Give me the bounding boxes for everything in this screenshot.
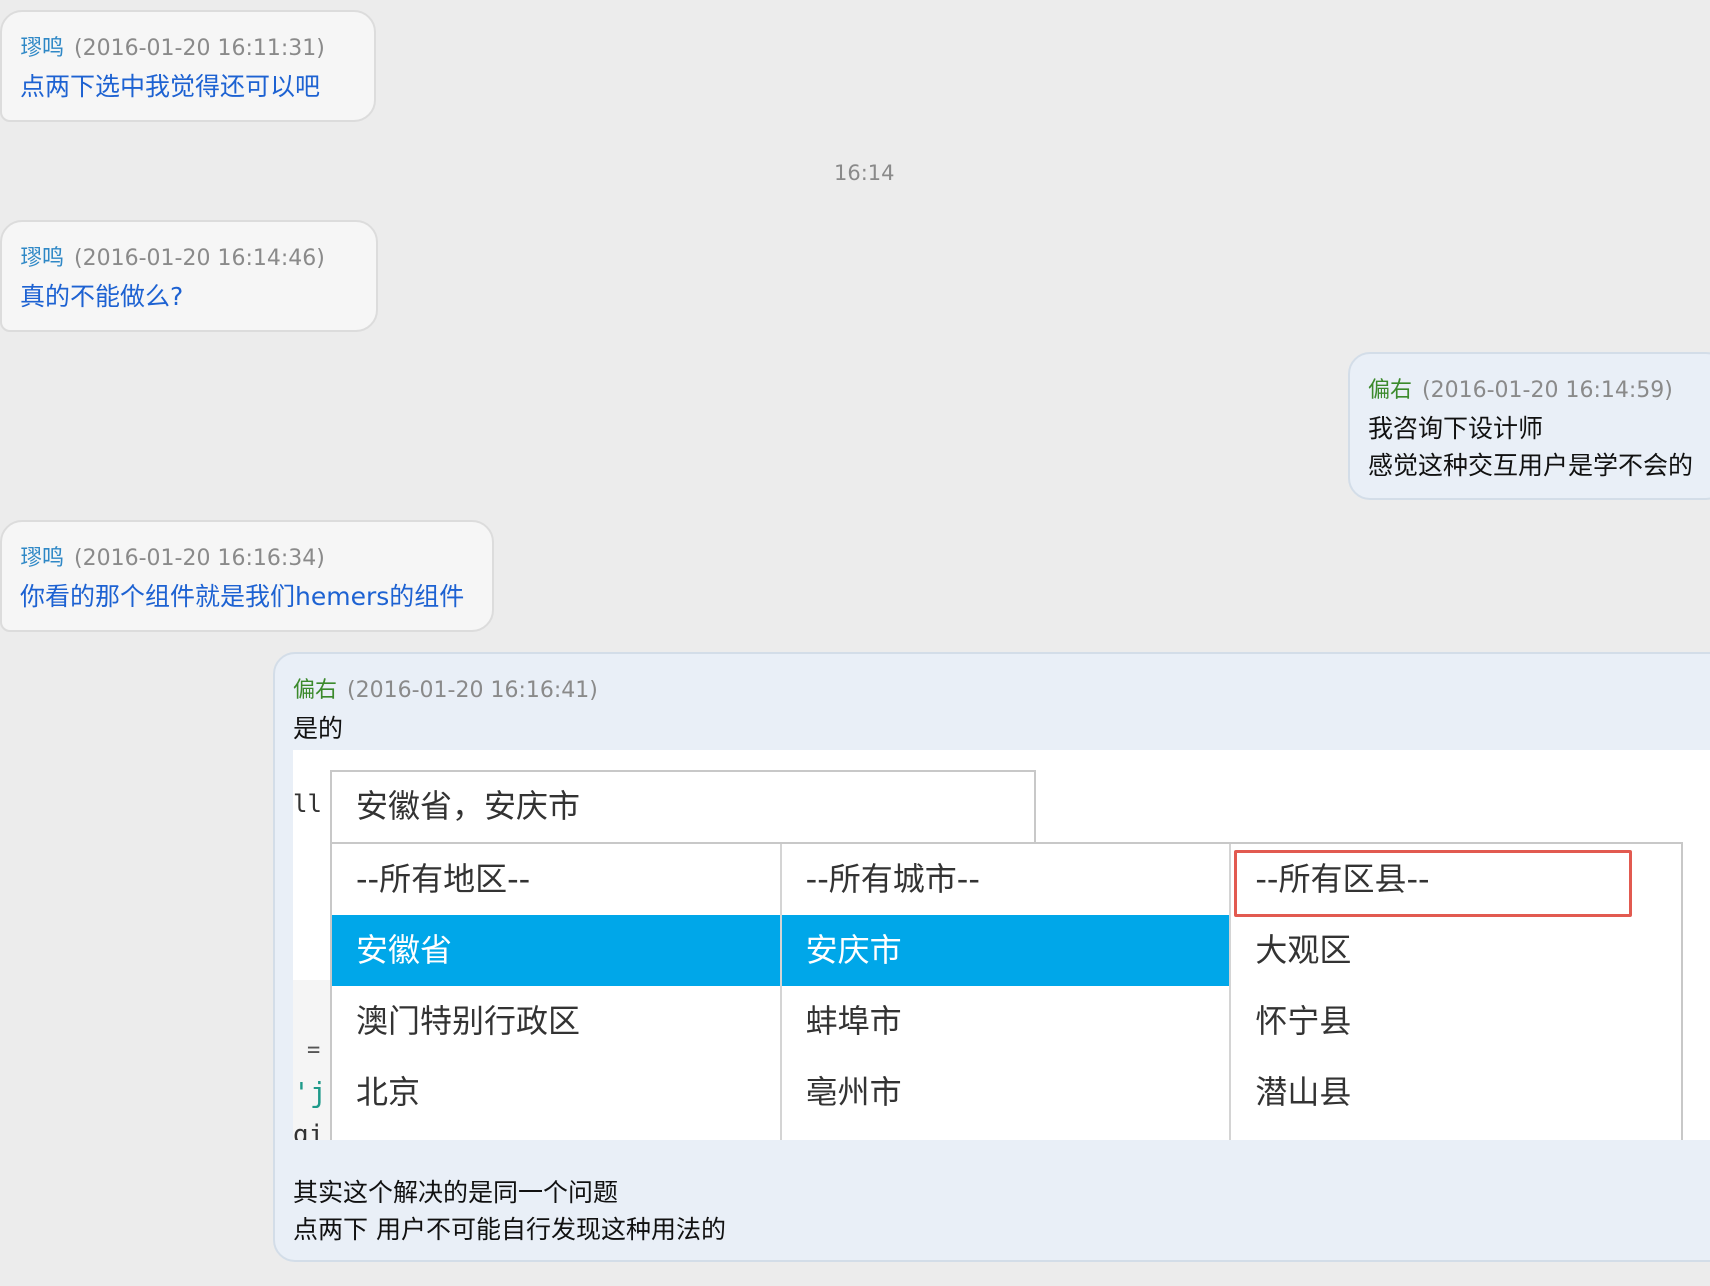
- message-header: 偏右 (2016-01-20 16:14:59): [1368, 372, 1673, 404]
- message-time: (2016-01-20 16:11:31): [74, 36, 325, 61]
- message-header: 璆鸣 (2016-01-20 16:16:34): [20, 540, 325, 572]
- message-time: (2016-01-20 16:16:34): [74, 546, 325, 571]
- district-option[interactable]: 潜山县: [1231, 1057, 1681, 1128]
- message-bubble: 璆鸣 (2016-01-20 16:14:46) 真的不能做么?: [0, 220, 378, 332]
- code-fragment: ll: [293, 790, 322, 818]
- message-text: 我咨询下设计师: [1368, 414, 1544, 443]
- message-header: 璆鸣 (2016-01-20 16:11:31): [20, 30, 325, 62]
- city-option-selected[interactable]: 安庆市: [781, 915, 1230, 986]
- sender-name[interactable]: 璆鸣: [20, 546, 64, 571]
- sender-name[interactable]: 偏右: [293, 678, 337, 703]
- city-option[interactable]: 亳州市: [782, 1057, 1230, 1128]
- city-column: --所有城市-- 安庆市 蚌埠市 亳州市: [781, 844, 1232, 1140]
- message-text: 感觉这种交互用户是学不会的: [1368, 451, 1694, 480]
- city-option[interactable]: --所有城市--: [782, 844, 1230, 915]
- code-fragment: gi: [293, 1120, 325, 1140]
- province-column: --所有地区-- 安徽省 澳门特别行政区 北京: [332, 844, 782, 1140]
- sender-name[interactable]: 璆鸣: [20, 36, 64, 61]
- code-fragment: 'j: [293, 1076, 327, 1109]
- message-text: 点两下 用户不可能自行发现这种用法的: [293, 1215, 726, 1244]
- message-header: 璆鸣 (2016-01-20 16:14:46): [20, 240, 325, 272]
- message-header: 偏右 (2016-01-20 16:16:41): [293, 672, 598, 704]
- sender-name[interactable]: 璆鸣: [20, 246, 64, 271]
- message-time: (2016-01-20 16:14:59): [1422, 378, 1673, 403]
- time-divider: 16:14: [834, 161, 895, 185]
- region-picker-input[interactable]: 安徽省，安庆市: [330, 770, 1036, 842]
- province-option-selected[interactable]: 安徽省: [332, 915, 780, 986]
- district-option[interactable]: 怀宁县: [1231, 986, 1681, 1057]
- message-time: (2016-01-20 16:14:46): [74, 246, 325, 271]
- annotation-highlight-box: [1234, 850, 1632, 917]
- message-text: 你看的那个组件就是我们hemers的组件: [20, 582, 465, 611]
- message-text: 真的不能做么?: [20, 282, 184, 311]
- message-bubble: 璆鸣 (2016-01-20 16:16:34) 你看的那个组件就是我们hemer…: [0, 520, 494, 632]
- message-text: 是的: [293, 714, 344, 743]
- district-option[interactable]: 大观区: [1231, 915, 1681, 986]
- code-fragment: =: [307, 1038, 321, 1063]
- message-text: 点两下选中我觉得还可以吧: [20, 72, 321, 101]
- embedded-screenshot[interactable]: ll = 'j gi 安徽省，安庆市 --所有地区-- 安徽省 澳门特别行政区 …: [293, 750, 1710, 1140]
- province-option[interactable]: 澳门特别行政区: [332, 986, 780, 1057]
- message-bubble: 璆鸣 (2016-01-20 16:11:31) 点两下选中我觉得还可以吧: [0, 10, 376, 122]
- message-time: (2016-01-20 16:16:41): [347, 678, 598, 703]
- city-option[interactable]: 蚌埠市: [782, 986, 1230, 1057]
- province-option[interactable]: 北京: [332, 1057, 780, 1128]
- sender-name[interactable]: 偏右: [1368, 378, 1412, 403]
- message-text: 其实这个解决的是同一个问题: [293, 1178, 619, 1207]
- message-bubble: 偏右 (2016-01-20 16:14:59) 我咨询下设计师 感觉这种交互用户…: [1348, 352, 1710, 500]
- province-option[interactable]: --所有地区--: [332, 844, 780, 915]
